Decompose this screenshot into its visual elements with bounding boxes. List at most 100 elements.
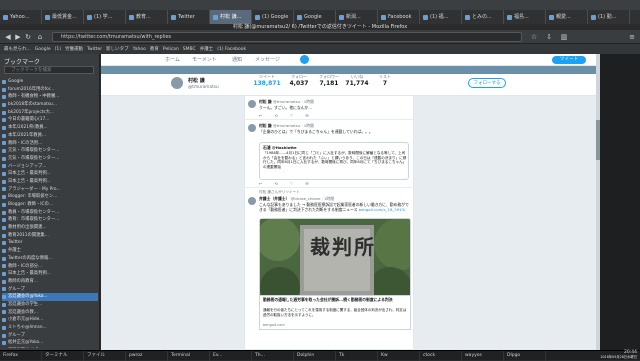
quoted-tweet[interactable]: 石浦 @Hashiotte 「1988年......4月1日に同じ「ゴミ」に入社…	[259, 142, 409, 180]
bookmark-item[interactable]: 本年/2021年教員...	[2, 132, 98, 140]
message-icon[interactable]: ✉	[305, 181, 320, 186]
bookmark-toolbar-item[interactable]: 弁護士	[200, 46, 214, 52]
browser-tab[interactable]: (1) 勤...	[588, 10, 630, 24]
bookmark-item[interactable]: グループ	[2, 286, 98, 294]
bookmark-item[interactable]: Blogger: 市場取扱セン...	[2, 193, 98, 201]
home-icon[interactable]: ⌂	[36, 33, 44, 41]
taskbar-item[interactable]: Tk	[336, 350, 378, 361]
bookmark-item[interactable]: アラジャーダー - My Pro...	[2, 186, 98, 194]
bookmark-item[interactable]: Twitterの再度な情報...	[2, 255, 98, 263]
nav-home[interactable]: ホーム	[165, 56, 180, 63]
bookmark-item[interactable]: 日本上告・最高判例...	[2, 178, 98, 186]
bookmark-search-input[interactable]: ブックマークを検索	[4, 66, 94, 74]
bookmark-item[interactable]: Google	[2, 78, 98, 86]
bookmark-item[interactable]: 小倉市元@Hide...	[2, 316, 98, 324]
address-bar[interactable]: https://twitter.com/tmuramatsu/with_repl…	[52, 32, 522, 42]
browser-tab[interactable]: (1) Google	[252, 10, 294, 24]
bookmark-item[interactable]: 教員・市場取扱センター...	[2, 209, 98, 217]
bookmark-item[interactable]: Twitter	[2, 239, 98, 247]
bookmark-item[interactable]: 教材用の出張関連...	[2, 224, 98, 232]
tweet-author[interactable]: 弁護士（弁護士）	[259, 196, 289, 201]
bookmark-toolbar-item[interactable]: 最も見られ...	[4, 46, 31, 52]
bookmark-item[interactable]: 教師・有機食物・中教審...	[2, 93, 98, 101]
retweet-icon[interactable]: ⟲	[274, 181, 289, 186]
taskbar-item[interactable]: Th...	[252, 350, 294, 361]
bookmark-item[interactable]: 教師・ICの活用...	[2, 140, 98, 148]
browser-tab[interactable]: 最低賃金...	[42, 10, 84, 24]
system-clock[interactable]: 20:44 2018年09月28日水曜日	[592, 350, 640, 360]
bookmark-item[interactable]: 教師の再教育...	[2, 278, 98, 286]
back-icon[interactable]: ◀	[4, 33, 12, 41]
reload-icon[interactable]: ↻	[24, 33, 32, 41]
bookmark-item[interactable]: 日本上告・最高判例...	[2, 170, 98, 178]
bookmark-item[interactable]: バージョンアップ...	[2, 163, 98, 171]
avatar[interactable]	[170, 76, 184, 90]
profile-stat[interactable]: リスト 7	[370, 74, 400, 87]
bookmark-item[interactable]: 元気・市場取扱センター...	[2, 155, 98, 163]
profile-stat[interactable]: フォロー 4,037	[284, 74, 314, 87]
reply-icon[interactable]: ↩	[259, 113, 274, 118]
taskbar-item[interactable]: Dolphin	[294, 350, 336, 361]
like-icon[interactable]: ♡	[290, 113, 306, 118]
taskbar-item[interactable]: Terminal	[168, 350, 210, 361]
bookmark-toolbar-item[interactable]: 教育	[150, 46, 159, 52]
browser-tab[interactable]: (1) 福...	[420, 10, 462, 24]
retweet-icon[interactable]: ⟲	[274, 113, 289, 118]
profile-stat[interactable]: いいね 71,774	[342, 74, 372, 87]
bookmark-toolbar-item[interactable]: Yahoo	[133, 47, 146, 52]
bookmark-item[interactable]: 教育2011の関連集...	[2, 232, 98, 240]
bookmark-toolbar-item[interactable]: Pelican	[163, 47, 179, 52]
forward-icon[interactable]: ▶	[14, 33, 22, 41]
bookmark-item[interactable]: ミトちゃ@Imnsn...	[2, 324, 98, 332]
bookmark-item[interactable]: 本年/2021県(教員...	[2, 124, 98, 132]
browser-tab[interactable]: Google	[294, 10, 336, 24]
taskbar-item[interactable]: ターミナル	[42, 350, 84, 361]
twitter-logo-icon[interactable]	[300, 55, 309, 64]
tweet-button[interactable]: ツイート	[552, 56, 586, 64]
tweet-actions[interactable]: ↩⟲♡✉	[259, 181, 321, 186]
bookmark-toolbar-item[interactable]: 新しいタブ	[106, 46, 129, 52]
bookmark-item[interactable]: 弁護士	[2, 247, 98, 255]
bookmark-item[interactable]: 宮廷議会の学生...	[2, 301, 98, 309]
bookmark-item[interactable]: 松井正元@Yoko...	[2, 339, 98, 347]
taskbar-item[interactable]: ctock	[420, 350, 462, 361]
bookmark-toolbar-item[interactable]: 労働運動	[65, 46, 83, 52]
bookmark-star-icon[interactable]: ☆	[530, 33, 538, 41]
bookmark-toolbar-item[interactable]: SMBC	[183, 47, 196, 52]
bookmark-item[interactable]: 教育：市場取扱センター...	[2, 216, 98, 224]
follow-button[interactable]: フォローする	[468, 78, 506, 88]
bookmark-item[interactable]: Blogger: 教師・ICの...	[2, 201, 98, 209]
avatar[interactable]	[248, 100, 256, 108]
bookmark-item[interactable]: 元気・市場取扱センター...	[2, 147, 98, 155]
taskbar-item[interactable]: pwroz	[126, 350, 168, 361]
link-card-body[interactable]: 勤務医の通報した過労事を取った会社が勝訴...続く勤務医の制度による判決 通報を…	[259, 296, 411, 330]
reply-icon[interactable]: ↩	[259, 181, 274, 186]
browser-tab[interactable]: (1) 学...	[84, 10, 126, 24]
taskbar-item[interactable]: Dlpgo	[504, 350, 546, 361]
bookmark-item[interactable]: 今日の書籍関心(17...	[2, 116, 98, 124]
taskbar-item[interactable]: Firefox	[0, 350, 42, 361]
profile-stat[interactable]: ツイート 138,871	[252, 74, 282, 87]
taskbar-item[interactable]: Kw	[378, 350, 420, 361]
taskbar-item[interactable]: ファイル	[84, 350, 126, 361]
bookmark-toolbar-item[interactable]: (1)	[55, 47, 61, 52]
downloads-icon[interactable]: ⇩	[545, 33, 553, 41]
nav-messages[interactable]: メッセージ	[255, 56, 280, 63]
bookmark-toolbar-item[interactable]: (1) Facebook	[217, 47, 246, 52]
nav-notifications[interactable]: 通知	[232, 56, 242, 63]
avatar[interactable]	[248, 124, 256, 132]
browser-tab[interactable]: とみの...	[462, 10, 504, 24]
tweet-link[interactable]: bengo4.com/c_18_3913/	[359, 207, 406, 212]
bookmark-item[interactable]: 日本上告・最高判例...	[2, 270, 98, 278]
menu-icon[interactable]: ≡	[628, 33, 636, 41]
bookmark-item[interactable]: 教師・ICの部分...	[2, 263, 98, 271]
bookmark-item[interactable]: bk2017年projects大...	[2, 109, 98, 117]
browser-tab[interactable]: Facebook	[378, 10, 420, 24]
like-icon[interactable]: ♡	[290, 181, 306, 186]
browser-tab[interactable]: 教育...	[126, 10, 168, 24]
tweet-actions[interactable]: ↩⟲♡✉	[259, 113, 321, 118]
bookmark-item[interactable]: 宮廷議会の教...	[2, 309, 98, 317]
tweet-author[interactable]: 村松 謙	[259, 123, 272, 128]
link-card-image[interactable]: 裁判所	[259, 218, 411, 296]
message-icon[interactable]: ✉	[305, 113, 320, 118]
